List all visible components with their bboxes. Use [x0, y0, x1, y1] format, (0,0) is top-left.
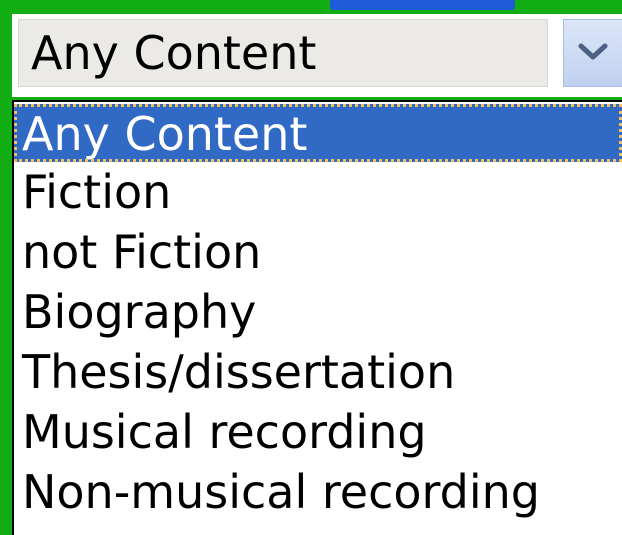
content-select[interactable]: Any Content — [18, 19, 548, 87]
chevron-down-icon — [578, 43, 608, 60]
cropped-heading-fragment — [330, 0, 515, 10]
option-not-fiction[interactable]: not Fiction — [14, 222, 622, 282]
option-fiction[interactable]: Fiction — [14, 162, 622, 222]
top-band — [0, 0, 622, 12]
option-any-content[interactable]: Any Content — [14, 104, 622, 162]
content-select-value: Any Content — [31, 26, 317, 80]
option-thesis-dissertation[interactable]: Thesis/dissertation — [14, 342, 622, 402]
content-dropdown-list: Any Content Fiction not Fiction Biograph… — [12, 100, 622, 535]
option-musical-recording[interactable]: Musical recording — [14, 402, 622, 462]
content-select-dropdown-button[interactable] — [563, 19, 622, 87]
option-non-musical-recording[interactable]: Non-musical recording — [14, 462, 622, 522]
option-biography[interactable]: Biography — [14, 282, 622, 342]
